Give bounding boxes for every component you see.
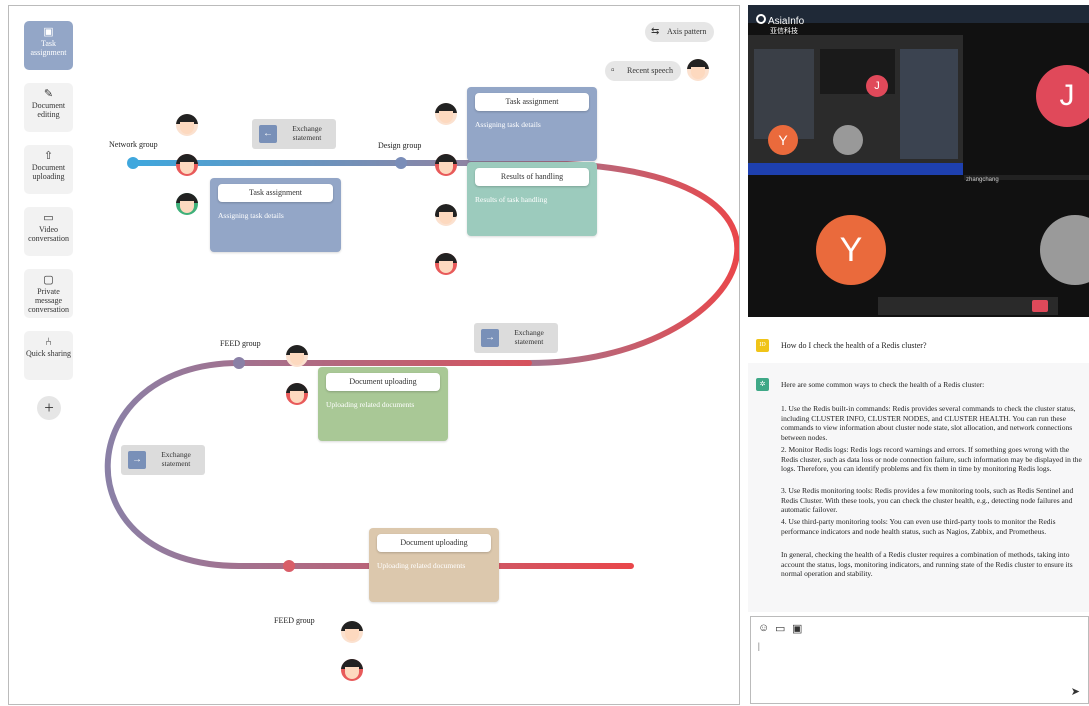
arrow-right-icon: →	[128, 451, 146, 469]
bot-conclusion: In general, checking the health of a Red…	[781, 550, 1073, 578]
bot-point: 2. Monitor Redis logs: Redis logs record…	[781, 445, 1082, 473]
results-card[interactable]: Results of handling Results of task hand…	[467, 162, 597, 236]
avatar[interactable]	[176, 114, 198, 136]
document-card[interactable]: Document uploading Uploading related doc…	[318, 367, 448, 441]
shared-screen: J Y	[748, 35, 963, 175]
card-title: Document uploading	[377, 534, 491, 552]
exchange-statement[interactable]: → Exchange statement	[474, 323, 558, 353]
arrow-left-icon: ←	[259, 125, 277, 143]
card-body: Results of task handling	[475, 195, 548, 204]
card-body: Uploading related documents	[377, 561, 466, 570]
message-input[interactable]: |	[758, 641, 760, 651]
brand-logo: AsiaInfo 亚信科技	[756, 14, 804, 37]
avatar[interactable]	[341, 659, 363, 681]
exchange-statement[interactable]: → Exchange statement	[121, 445, 205, 475]
document-card[interactable]: Document uploading Uploading related doc…	[369, 528, 499, 602]
avatar[interactable]	[176, 154, 198, 176]
task-card[interactable]: Task assignment Assigning task details	[210, 178, 341, 252]
participant-tile: Y	[816, 215, 886, 285]
group-label-design: Design group	[378, 141, 422, 150]
bot-point: 3. Use Redis monitoring tools: Redis pro…	[781, 486, 1074, 514]
message-compose[interactable]: ☺ ▭ ▣ | ➤	[750, 616, 1089, 704]
avatar[interactable]	[435, 154, 457, 176]
avatar[interactable]	[286, 345, 308, 367]
task-card[interactable]: Task assignment Assigning task details	[467, 87, 597, 161]
bot-point: 1. Use the Redis built-in commands: Redi…	[781, 404, 1076, 442]
send-icon[interactable]: ➤	[1071, 685, 1080, 698]
user-avatar-icon: ID	[756, 339, 769, 352]
video-conference: AsiaInfo 亚信科技 J Y J zhangchang Y	[748, 5, 1089, 317]
avatar[interactable]	[341, 621, 363, 643]
card-body: Uploading related documents	[326, 400, 415, 409]
group-label-feed: FEED group	[274, 616, 315, 625]
avatar[interactable]	[286, 383, 308, 405]
participant-tile: J	[1036, 65, 1089, 127]
user-icon	[1040, 215, 1089, 285]
group-label-network: Network group	[109, 140, 158, 149]
card-body: Assigning task details	[475, 120, 541, 129]
bot-point: 4. Use third-party monitoring tools: You…	[781, 517, 1056, 536]
hangup-icon[interactable]	[1032, 300, 1048, 312]
card-body: Assigning task details	[218, 211, 284, 220]
exchange-statement[interactable]: ← Exchange statement	[252, 119, 336, 149]
bot-avatar-icon: ✲	[756, 378, 769, 391]
folder-icon[interactable]: ▭	[775, 622, 785, 635]
group-label-feed: FEED group	[220, 339, 261, 348]
avatar[interactable]	[435, 103, 457, 125]
logo-icon	[756, 14, 766, 24]
user-question: How do I check the health of a Redis clu…	[781, 341, 927, 350]
avatar[interactable]	[435, 253, 457, 275]
image-icon[interactable]: ▣	[792, 622, 802, 635]
bot-intro: Here are some common ways to check the h…	[781, 380, 985, 389]
card-title: Task assignment	[218, 184, 333, 202]
collaboration-canvas: ▣ Task assignment ✎ Document editing ⇧ D…	[8, 5, 740, 705]
avatar[interactable]	[176, 193, 198, 215]
call-controls[interactable]	[878, 297, 1058, 315]
card-title: Document uploading	[326, 373, 440, 391]
emoji-icon[interactable]: ☺	[758, 622, 769, 634]
card-title: Task assignment	[475, 93, 589, 111]
chat-thread: ID How do I check the health of a Redis …	[748, 322, 1089, 612]
arrow-right-icon: →	[481, 329, 499, 347]
avatar[interactable]	[435, 204, 457, 226]
card-title: Results of handling	[475, 168, 589, 186]
